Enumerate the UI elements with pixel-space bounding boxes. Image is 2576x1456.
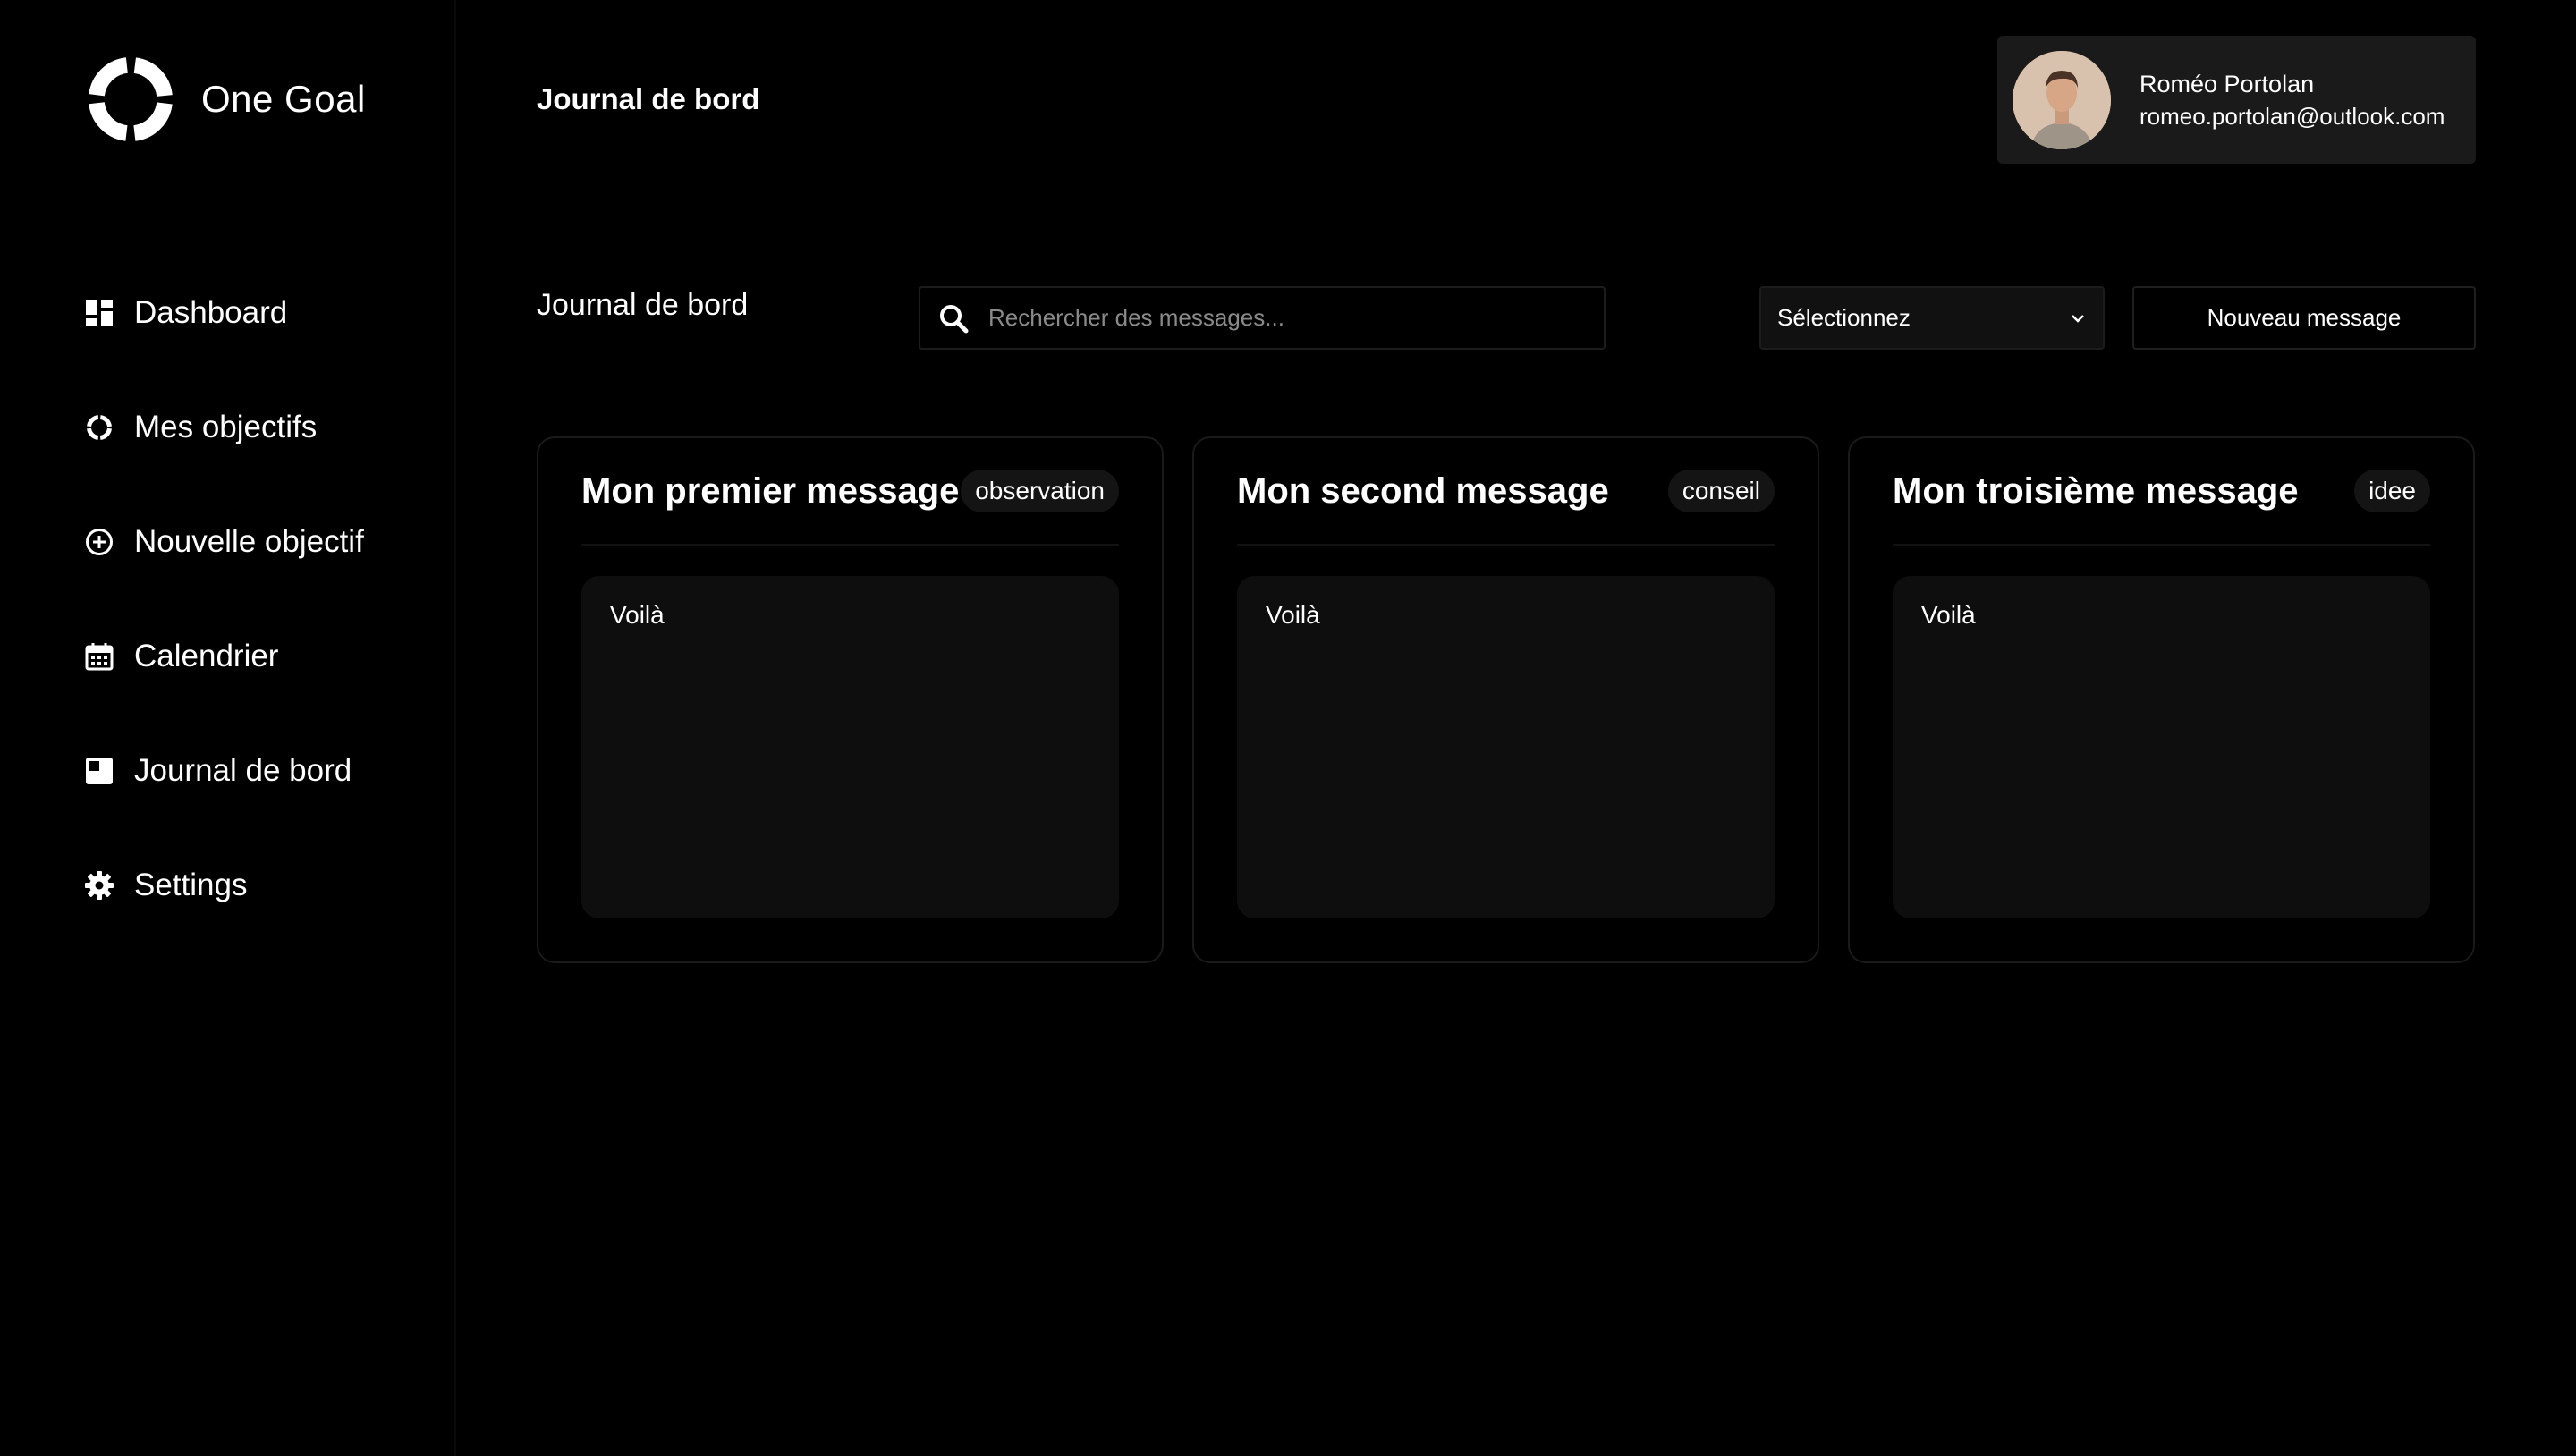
message-tag-badge: conseil [1667, 470, 1775, 512]
chevron-down-icon [2072, 314, 2084, 323]
message-body: Voilà [581, 576, 1119, 918]
sidebar: One Goal Dashboard Mes objectifs Nouvell… [0, 0, 456, 1456]
message-body: Voilà [1237, 576, 1775, 918]
message-tag-badge: observation [961, 470, 1119, 512]
calendar-icon [85, 642, 114, 671]
message-card[interactable]: Mon troisième message idee Voilà [1848, 436, 2475, 963]
message-list: Mon premier message observation Voilà Mo… [537, 436, 2475, 963]
message-title: Mon premier message [581, 470, 960, 511]
sidebar-item-journal-de-bord[interactable]: Journal de bord [85, 744, 364, 798]
new-message-button[interactable]: Nouveau message [2132, 286, 2476, 350]
search-input[interactable] [988, 304, 1597, 332]
user-name: Roméo Portolan [2140, 70, 2315, 97]
tag-filter-select[interactable]: Sélectionnez [1759, 286, 2105, 350]
sidebar-item-dashboard[interactable]: Dashboard [85, 286, 364, 340]
gear-icon [85, 871, 114, 900]
sidebar-item-calendrier[interactable]: Calendrier [85, 630, 364, 683]
sidebar-item-mes-objectifs[interactable]: Mes objectifs [85, 401, 364, 454]
user-profile-card[interactable]: Roméo Portolan romeo.portolan@outlook.co… [1997, 36, 2476, 164]
avatar [2012, 50, 2111, 149]
message-title: Mon second message [1237, 470, 1609, 511]
journal-icon [85, 757, 114, 785]
sidebar-item-label: Mes objectifs [134, 410, 318, 444]
page-title: Journal de bord [537, 82, 760, 115]
message-tag-badge: idee [2354, 470, 2430, 512]
logo-ring-icon [88, 56, 174, 142]
sidebar-item-nouvelle-objectif[interactable]: Nouvelle objectif [85, 515, 364, 569]
search-icon [940, 304, 969, 333]
message-title: Mon troisième message [1893, 470, 2299, 511]
message-card-header: Mon premier message observation [581, 438, 1119, 546]
message-card-header: Mon second message conseil [1237, 438, 1775, 546]
sidebar-item-settings[interactable]: Settings [85, 859, 364, 912]
message-card[interactable]: Mon second message conseil Voilà [1192, 436, 1819, 963]
sidebar-nav: Dashboard Mes objectifs Nouvelle objecti… [85, 286, 364, 973]
sidebar-item-label: Dashboard [134, 295, 288, 330]
sidebar-item-label: Journal de bord [134, 753, 352, 788]
goal-ring-icon [85, 413, 114, 442]
dashboard-icon [85, 299, 114, 327]
sidebar-item-label: Settings [134, 868, 248, 902]
sidebar-item-label: Calendrier [134, 639, 279, 673]
profile-info: Roméo Portolan romeo.portolan@outlook.co… [2140, 68, 2445, 132]
search-box[interactable] [919, 286, 1606, 350]
section-title: Journal de bord [537, 288, 749, 322]
sidebar-item-label: Nouvelle objectif [134, 524, 364, 559]
app-name: One Goal [201, 78, 366, 120]
plus-circle-icon [85, 528, 114, 556]
message-card-header: Mon troisième message idee [1893, 438, 2430, 546]
select-value: Sélectionnez [1777, 304, 1911, 331]
app-logo[interactable]: One Goal [87, 55, 366, 143]
message-body: Voilà [1893, 576, 2430, 918]
message-card[interactable]: Mon premier message observation Voilà [537, 436, 1164, 963]
user-email: romeo.portolan@outlook.com [2140, 102, 2445, 130]
